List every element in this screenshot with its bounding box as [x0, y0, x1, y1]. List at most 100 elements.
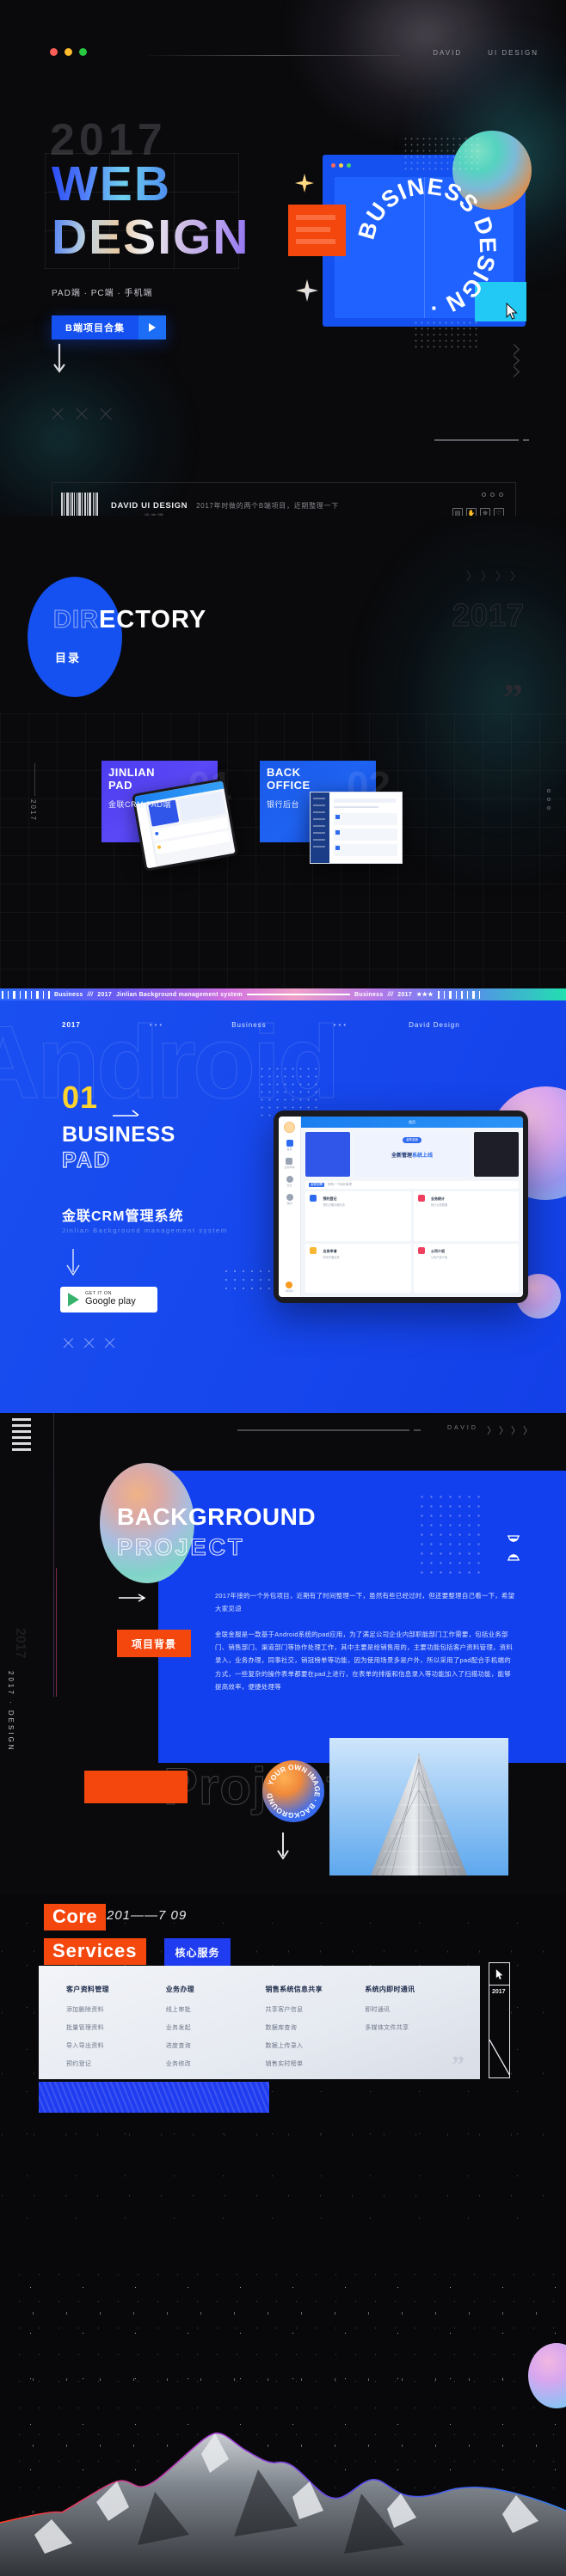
bgp-parens: 〉〉〉〉 — [487, 1426, 535, 1436]
business-section: Android 2017 ••• Business ••• David Desi… — [0, 1000, 566, 1413]
sparkle-icon — [295, 174, 314, 193]
business-en-subtitle: Jinlian Background management system — [62, 1227, 228, 1234]
banner-title: 全新管理系统上线 — [391, 1153, 434, 1159]
column-item: 数据库查询 — [265, 2025, 297, 2031]
globe-icon[interactable]: ⊕ — [480, 508, 490, 516]
business-cn-title: 金联CRM管理系统 — [62, 1209, 184, 1224]
column-item: 批量管理资料 — [66, 2025, 104, 2031]
tablet-card[interactable]: 公司介绍 公司产品介绍 — [413, 1243, 519, 1293]
hero-nav: DAVID UI DESIGN — [433, 49, 538, 57]
bgp-building-photo — [329, 1738, 508, 1875]
hero-section: DAVID UI DESIGN 2017 WEB DESIGN PAD端 · P… — [0, 0, 566, 516]
hourglass-icon — [508, 1535, 520, 1561]
window-controls[interactable] — [50, 48, 87, 56]
topbar-right: David Design — [409, 1021, 460, 1029]
artwork-orange-block — [288, 205, 346, 256]
minimize-dot-icon[interactable] — [65, 48, 72, 56]
b-side-projects-button[interactable]: B端项目合集 — [52, 315, 166, 340]
sidebar-item-sync[interactable]: 未同步 — [286, 1282, 293, 1293]
nav-item-ui-design[interactable]: UI DESIGN — [488, 49, 538, 57]
card-subtitle: 银行后台 — [267, 800, 300, 809]
ticker-item: Jinlian Background management system — [116, 991, 243, 998]
core-services-table: 客户资料管理 添加删除资料 批量管理资料 导入导出资料 预约登记 业务办理 线上… — [66, 1985, 464, 2077]
directory-title-cn: 目录 — [55, 652, 82, 664]
column-header: 客户资料管理 — [66, 1986, 109, 1993]
core-services-section: Core 201——7 09 Services 核心服务 客户资料管理 添加删除… — [0, 1894, 566, 2255]
tablet-card[interactable]: 业务统计 统计业务数据 — [413, 1191, 519, 1241]
hero-title-design: DESIGN — [52, 210, 250, 265]
core-column: 业务办理 线上审批 业务发起 进度查询 业务修改 — [166, 1985, 266, 2077]
right-arrow-icon — [113, 1110, 139, 1117]
scrollbar-year: 2017 — [492, 1989, 506, 1995]
ticker-item: /// — [87, 991, 94, 998]
directory-section: DIRECTORY 目录 〉〉〉〉 2017 ” 2017 01 JINLIAN… — [0, 516, 566, 988]
column-header: 业务办理 — [165, 1986, 194, 1993]
footer-mountain-section — [0, 2255, 566, 2576]
svg-text:YOUR OWN IMAGE · BACKGROUND: YOUR OWN IMAGE · BACKGROUND — [265, 1763, 322, 1820]
svg-text:BUSINESS DESIGN ·: BUSINESS DESIGN · — [354, 173, 501, 321]
bgp-paragraph-1: 2017年接的一个外包项目，近期有了时间整理一下，虽然有些已经过时，但还要整理自… — [215, 1592, 515, 1613]
close-dot-icon[interactable] — [50, 48, 58, 56]
card-title: BACK OFFICE — [267, 766, 311, 792]
project-background-tag[interactable]: 项目背景 — [117, 1630, 191, 1657]
sidebar-item-apply[interactable]: 业务申请 — [284, 1158, 295, 1169]
info-bar-icons[interactable]: ▤ ✋ ⊕ ♡ — [452, 508, 504, 516]
directory-card[interactable]: 02 BACK OFFICE 银行后台 — [260, 761, 403, 864]
ticker-item: 2017 — [397, 991, 413, 998]
business-dot-grid — [258, 1065, 318, 1117]
cursor-arrow-icon — [506, 303, 518, 320]
core-column: 系统内即时通讯 即时通讯 多媒体文件共享 — [365, 1985, 464, 2077]
header-divider — [148, 55, 400, 56]
banner-right[interactable] — [474, 1132, 519, 1177]
card-subtitle: 金联CRM PAD端 — [108, 800, 171, 809]
business-title: BUSINESS — [62, 1123, 175, 1147]
business-title-outline: PAD — [61, 1147, 111, 1172]
mountain-illustration — [0, 2432, 566, 2576]
barcode-icon — [61, 492, 102, 516]
tablet-card[interactable]: 预约登记 预约日期办理业务 — [305, 1191, 411, 1241]
bgp-title: BACKGRROUND — [117, 1503, 317, 1530]
info-bar: DAVID UI DESIGN 2017年时做的两个B端项目，近期整理一下 冷言… — [52, 482, 516, 516]
directory-side-dots — [547, 789, 551, 810]
sidebar-item-mine[interactable]: 我的 — [286, 1194, 293, 1205]
cta-label: B端项目合集 — [52, 315, 138, 340]
thumbs-up-icon[interactable]: ✋ — [466, 508, 477, 516]
maximize-dot-icon[interactable] — [79, 48, 87, 56]
chart-icon — [417, 1195, 425, 1202]
card-screenshot — [310, 792, 403, 864]
google-play-icon — [68, 1293, 79, 1306]
nav-item-david[interactable]: DAVID — [433, 49, 462, 57]
ticker-item: ★★★ — [416, 992, 434, 998]
tablet-card[interactable]: 业务申请 申请开通业务 — [305, 1243, 411, 1293]
tablet-mockup: 首页 业务申请 社交 我的 未同步 首页 金联金服 全新管理系统上线 金联招聘 … — [274, 1111, 528, 1303]
play-triangle-icon[interactable] — [138, 315, 166, 340]
core-column: 客户资料管理 添加删除资料 批量管理资料 导入导出资料 预约登记 — [66, 1985, 166, 2077]
core-cn-badge: 核心服务 — [164, 1938, 231, 1966]
directory-card[interactable]: 01 JINLIANPAD 金联CRM PAD端 — [102, 761, 244, 872]
pill-text: 您有一个待办事项 — [328, 1183, 352, 1186]
google-play-button[interactable]: GET IT ON Google play — [60, 1287, 157, 1312]
directory-blue-circle — [28, 577, 122, 697]
column-item: 即时通讯 — [365, 2007, 391, 2013]
directory-title: DIRECTORY — [53, 606, 206, 634]
column-item: 业务发起 — [165, 2025, 191, 2031]
directory-title-ghost: DIR — [53, 606, 99, 634]
heart-icon[interactable]: ♡ — [494, 508, 504, 516]
banner-left[interactable] — [305, 1132, 350, 1177]
bgp-dot-grid — [417, 1492, 482, 1578]
sidebar-item-social[interactable]: 社交 — [286, 1176, 293, 1187]
directory-title-solid: ECTORY — [98, 606, 207, 633]
monitor-icon[interactable]: ▤ — [452, 508, 463, 516]
scrollbar-diagonal — [489, 2040, 509, 2077]
scrollbar-track[interactable]: 2017 — [489, 1962, 510, 2078]
info-bar-description: 2017年时做的两个B端项目，近期整理一下 — [196, 502, 339, 510]
tablet-notice-pill[interactable]: 金联招聘 您有一个待办事项 — [305, 1181, 519, 1189]
core-blue-stripe-block — [39, 2082, 269, 2113]
bgp-top-label: DAVID — [447, 1425, 478, 1431]
top-divider-line — [237, 1429, 421, 1431]
banner-center[interactable]: 金联金服 全新管理系统上线 — [354, 1132, 471, 1177]
sidebar-item-home[interactable]: 首页 — [286, 1140, 293, 1151]
decorative-x-marks — [50, 407, 114, 422]
chevron-stack-icon — [508, 344, 520, 379]
directory-vertical-line — [34, 763, 35, 796]
